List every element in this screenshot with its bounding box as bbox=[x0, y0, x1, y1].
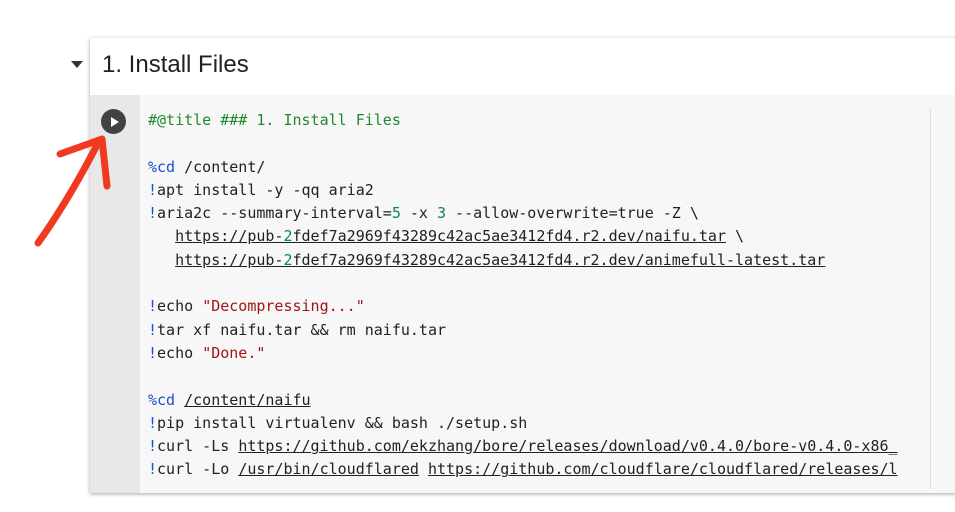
code-line-tar: !tar xf naifu.tar && rm naifu.tar bbox=[148, 319, 898, 342]
code-line-cd: %cd /content/ bbox=[148, 156, 898, 179]
url-part: https://pub- bbox=[175, 250, 284, 269]
code-line-pip: !pip install virtualenv && bash ./setup.… bbox=[148, 412, 898, 435]
string-literal: "Decompressing..." bbox=[202, 297, 365, 316]
title-comment: #@title ### 1. Install Files bbox=[148, 111, 401, 129]
shell-bang: ! bbox=[148, 204, 158, 223]
aria-command: aria2c --summary-interval= bbox=[157, 204, 392, 223]
editor-ruler bbox=[930, 109, 931, 489]
pip-command: pip install virtualenv && bash ./setup.s… bbox=[157, 413, 528, 432]
code-line-aria2c: !aria2c --summary-interval=5 -x 3 --allo… bbox=[148, 202, 898, 225]
shell-bang: ! bbox=[148, 297, 158, 316]
number-literal: 3 bbox=[437, 204, 447, 223]
code-text[interactable]: #@title ### 1. Install Files %cd /content… bbox=[148, 109, 898, 482]
url-link-naifu[interactable]: https://pub-2fdef7a2969f43289c42ac5ae341… bbox=[175, 227, 726, 245]
url-link-animefull[interactable]: https://pub-2fdef7a2969f43289c42ac5ae341… bbox=[175, 251, 825, 269]
string-literal: "Done." bbox=[202, 343, 266, 362]
code-line-apt: !apt install -y -qq aria2 bbox=[148, 179, 898, 202]
line-continuation: \ bbox=[725, 227, 745, 246]
tar-command: tar xf naifu.tar && rm naifu.tar bbox=[157, 320, 447, 339]
shell-bang: ! bbox=[148, 413, 158, 432]
echo-command: echo bbox=[157, 343, 203, 362]
code-line-echo-decompressing: !echo "Decompressing..." bbox=[148, 295, 898, 318]
path-link-cloudflared[interactable]: /usr/bin/cloudflared bbox=[238, 460, 419, 478]
code-line-echo-done: !echo "Done." bbox=[148, 342, 898, 365]
shell-bang: ! bbox=[148, 343, 158, 362]
shell-bang: ! bbox=[148, 437, 158, 456]
shell-bang: ! bbox=[148, 320, 158, 339]
curl-command: curl -Ls bbox=[157, 437, 239, 456]
apt-command: apt install -y -qq aria2 bbox=[157, 180, 374, 199]
collapse-section-caret-icon[interactable] bbox=[71, 61, 83, 68]
url-part: fdef7a2969f43289c42ac5ae3412fd4.r2.dev/a… bbox=[292, 250, 826, 269]
url-part-number: 2 bbox=[283, 250, 293, 269]
code-editor[interactable]: #@title ### 1. Install Files %cd /content… bbox=[140, 95, 955, 493]
cell-gutter bbox=[90, 95, 140, 493]
section-title: 1. Install Files bbox=[102, 51, 249, 78]
aria-flag: -x bbox=[400, 204, 437, 223]
curl-command: curl -Lo bbox=[157, 460, 239, 479]
code-line-curl-cloudflared: !curl -Lo /usr/bin/cloudflared https://g… bbox=[148, 458, 898, 481]
magic-cd: %cd bbox=[148, 157, 176, 176]
url-link-cloudflared[interactable]: https://github.com/cloudflare/cloudflare… bbox=[428, 460, 898, 478]
url-part-number: 2 bbox=[283, 227, 293, 246]
echo-command: echo bbox=[157, 297, 203, 316]
shell-bang: ! bbox=[148, 460, 158, 479]
code-line-title: #@title ### 1. Install Files bbox=[148, 109, 898, 132]
shell-bang: ! bbox=[148, 180, 158, 199]
aria-flags: --allow-overwrite=true -Z \ bbox=[446, 204, 699, 223]
code-cell: 1. Install Files #@title ### 1. Install … bbox=[90, 38, 955, 493]
url-link-bore[interactable]: https://github.com/ekzhang/bore/releases… bbox=[238, 437, 897, 455]
code-line-cd-naifu: %cd /content/naifu bbox=[148, 389, 898, 412]
cd-path: /content/ bbox=[175, 157, 266, 176]
magic-cd: %cd bbox=[148, 390, 176, 409]
code-line-url-animefull: https://pub-2fdef7a2969f43289c42ac5ae341… bbox=[148, 249, 898, 272]
code-line-curl-bore: !curl -Ls https://github.com/ekzhang/bor… bbox=[148, 435, 898, 458]
number-literal: 5 bbox=[391, 204, 401, 223]
path-link-naifu[interactable]: /content/naifu bbox=[184, 391, 310, 409]
url-part: https://pub- bbox=[175, 227, 284, 246]
run-cell-button[interactable] bbox=[101, 109, 126, 134]
url-part: fdef7a2969f43289c42ac5ae3412fd4.r2.dev/n… bbox=[292, 227, 726, 246]
code-line-url-naifu: https://pub-2fdef7a2969f43289c42ac5ae341… bbox=[148, 225, 898, 248]
